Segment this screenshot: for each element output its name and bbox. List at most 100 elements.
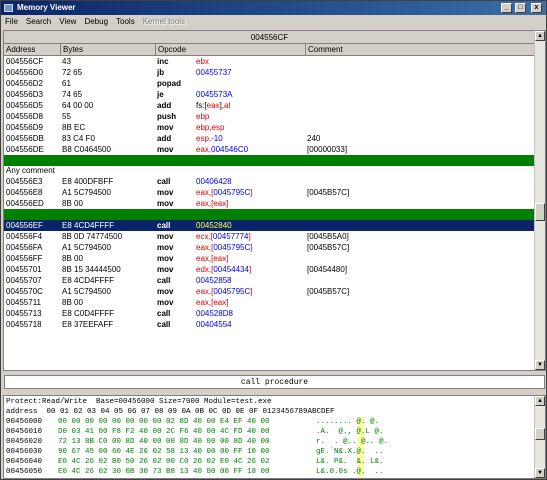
instruction-row[interactable]: 004556F4 8B 0D 74774500 mov ecx,[00457774] [… [4, 231, 535, 242]
hex-row[interactable]: 00456030 90 67 45 00 60 4E 26 02 58 13 40… [4, 447, 535, 457]
hex-row[interactable]: 00456010 D0 03 41 00 F8 F2 40 00 2C F6 40… [4, 427, 535, 437]
instruction-comment: [0045B57C] [307, 188, 350, 197]
hex-row-ascii[interactable]: L&.0.0s .@. .. [316, 467, 384, 477]
column-bytes[interactable]: Bytes [61, 44, 156, 56]
hex-scrollbar[interactable]: ▲ ▼ [534, 396, 545, 478]
instruction-bytes: 8B 0D 74774500 [62, 232, 123, 241]
hex-row-bytes[interactable]: E0 4C 26 02 B0 50 26 02 00 C0 26 02 E0 4… [58, 457, 270, 467]
instruction-opcode: mov [157, 145, 174, 154]
instruction-row[interactable]: 00455713 E8 C0D4FFFF call 004528D8 [4, 308, 535, 319]
minimize-button[interactable]: _ [501, 3, 512, 13]
hex-row-address: 00456040 [6, 458, 43, 466]
hex-row[interactable]: 00456040 E0 4C 26 02 B0 50 26 02 00 C0 26… [4, 457, 535, 467]
instruction-bytes: 64 00 00 [62, 101, 94, 110]
instruction-bytes: E8 37EEFAFF [62, 320, 114, 329]
instruction-bytes: E8 4CD4FFFF [62, 221, 115, 230]
hex-row-bytes[interactable]: 00 00 00 00 00 00 00 00 02 8D 40 00 E4 E… [58, 417, 270, 427]
instruction-row[interactable]: 004556D9 8B EC mov ebp,esp [4, 122, 535, 133]
instruction-operands: edx,[00454434] [196, 265, 252, 274]
instruction-bytes: E8 4CD4FFFF [62, 276, 115, 285]
disasm-scrollbar[interactable]: ▲ ▼ [534, 31, 545, 370]
close-button[interactable]: x [531, 3, 542, 13]
instruction-row[interactable]: 004556DE B8 C0464500 mov eax,004546C0 [00000… [4, 144, 535, 155]
instruction-row[interactable]: 00455707 E8 4CD4FFFF call 00452858 [4, 275, 535, 286]
instruction-operands: 00406428 [196, 177, 232, 186]
hex-scroll-down-arrow-icon[interactable]: ▼ [535, 468, 545, 478]
hex-row-bytes[interactable]: 90 67 45 00 60 4E 26 02 58 13 40 00 00 F… [58, 447, 270, 457]
hex-row-ascii[interactable]: ........ @. @. [316, 417, 379, 427]
instruction-opcode: inc [157, 57, 169, 66]
selected-instruction-row[interactable]: 004556EF E8 4CD4FFFF call 00452840 [4, 220, 535, 231]
instruction-row[interactable]: 004556FF 8B 00 mov eax,[eax] [4, 253, 535, 264]
instruction-bytes: 61 [62, 79, 71, 88]
instruction-row[interactable]: 004556D3 74 65 je 0045573A [4, 89, 535, 100]
instruction-bytes: 8B 00 [62, 298, 83, 307]
instruction-address: 004556D3 [6, 90, 43, 99]
instruction-operands: eax,[0045795C] [196, 243, 253, 252]
instruction-operands: fs:[eax],al [196, 101, 231, 110]
instruction-row[interactable]: 004556DB 83 C4 F0 add esp,-10 240 [4, 133, 535, 144]
hex-rows: 00456000 00 00 00 00 00 00 00 00 02 8D 40… [4, 417, 535, 477]
hex-row[interactable]: 00456050 E0 4C 26 02 30 0B 30 73 B8 13 40… [4, 467, 535, 477]
hex-row-bytes[interactable]: E0 4C 26 02 30 0B 30 73 B8 13 40 00 00 F… [58, 467, 270, 477]
column-comment[interactable]: Comment [306, 44, 535, 56]
instruction-row[interactable]: 00455711 8B 00 mov eax,[eax] [4, 297, 535, 308]
menu-tools[interactable]: Tools [112, 15, 139, 28]
instruction-row[interactable]: 004556D0 72 65 jb 00455737 [4, 67, 535, 78]
instruction-row[interactable]: 004556D2 61 popad [4, 78, 535, 89]
instruction-row[interactable]: 004556D8 55 push ebp [4, 111, 535, 122]
hex-row[interactable]: 00456000 00 00 00 00 00 00 00 00 02 8D 40… [4, 417, 535, 427]
instruction-bytes: E8 400DFBFF [62, 177, 114, 186]
menu-file[interactable]: File [1, 15, 22, 28]
instruction-bytes: 43 [62, 57, 71, 66]
instruction-row[interactable]: 004556FA A1 5C794500 mov eax,[0045795C] [004… [4, 242, 535, 253]
instruction-address: 004556E8 [6, 188, 43, 197]
instruction-bytes: E8 C0D4FFFF [62, 309, 115, 318]
column-header: Address Bytes Opcode Comment [4, 44, 535, 56]
hex-row-ascii[interactable]: .A. @., @.L @. [316, 427, 384, 437]
scroll-thumb[interactable] [535, 203, 545, 221]
instruction-row[interactable]: 0045570C A1 5C794500 mov eax,[0045795C] [004… [4, 286, 535, 297]
instruction-opcode: je [157, 90, 164, 99]
scroll-up-arrow-icon[interactable]: ▲ [535, 31, 545, 41]
scroll-down-arrow-icon[interactable]: ▼ [535, 360, 545, 370]
disassembler-panel[interactable]: 004556CF Address Bytes Opcode Comment 00… [3, 30, 546, 371]
instruction-row[interactable]: 004556ED 8B 00 mov eax,[eax] [4, 198, 535, 209]
column-address[interactable]: Address [4, 44, 61, 56]
top-address-header[interactable]: 004556CF [4, 31, 535, 44]
instruction-bytes: B8 C0464500 [62, 145, 111, 154]
hex-row-bytes[interactable]: D0 03 41 00 F8 F2 40 00 2C F6 40 00 4C F… [58, 427, 270, 437]
instruction-address: 004556D2 [6, 79, 43, 88]
column-opcode[interactable]: Opcode [156, 44, 306, 56]
instruction-row[interactable]: 004556E8 A1 5C794500 mov eax,[0045795C] [004… [4, 187, 535, 198]
instruction-address: 004556EF [6, 221, 43, 230]
hex-row[interactable]: 00456020 72 13 8B C0 00 8D 40 00 00 8D 40… [4, 437, 535, 447]
instruction-comment: [0045B5A0] [307, 232, 349, 241]
title-bar[interactable]: Memory Viewer _ □ x [1, 1, 546, 15]
hex-row-ascii[interactable]: gE.`N&.X.@. .. [316, 447, 384, 457]
instruction-address: 004556D9 [6, 123, 43, 132]
hex-view-panel[interactable]: Protect:Read/Write Base=00456000 Size=70… [3, 395, 546, 479]
instruction-bytes: A1 5C794500 [62, 243, 111, 252]
instruction-opcode: add [157, 134, 172, 143]
hex-scroll-thumb[interactable] [535, 428, 545, 440]
hex-row-ascii[interactable]: r. . @.. @.. @. [316, 437, 388, 447]
menu-debug[interactable]: Debug [80, 15, 112, 28]
menu-search[interactable]: Search [22, 15, 55, 28]
hex-scroll-up-arrow-icon[interactable]: ▲ [535, 396, 545, 406]
hex-row-address: 00456030 [6, 448, 43, 456]
maximize-button[interactable]: □ [515, 3, 526, 13]
hex-row-bytes[interactable]: 72 13 8B C0 00 8D 40 00 00 8D 40 00 00 8… [58, 437, 270, 447]
instruction-comment: 240 [307, 134, 321, 143]
instruction-row[interactable]: 00455701 8B 15 34444500 mov edx,[00454434] [… [4, 264, 535, 275]
hex-row-ascii[interactable]: L&. P&. &. L&. [316, 457, 384, 467]
instruction-operands: 00452840 [196, 221, 232, 230]
menu-view[interactable]: View [55, 15, 80, 28]
instruction-row[interactable]: 004556CF 43 inc ebx [4, 56, 535, 67]
instruction-opcode: mov [157, 265, 174, 274]
instruction-row[interactable]: 004556D5 64 00 00 add fs:[eax],al [4, 100, 535, 111]
instruction-operands: ecx,[00457774] [196, 232, 251, 241]
disassembly-rows: 004556CF 43 inc ebx 004556D0 72 65 jb 00455737 0… [4, 56, 535, 330]
instruction-row[interactable]: 00455718 E8 37EEFAFF call 00404554 [4, 319, 535, 330]
instruction-row[interactable]: 004556E3 E8 400DFBFF call 00406428 [4, 176, 535, 187]
